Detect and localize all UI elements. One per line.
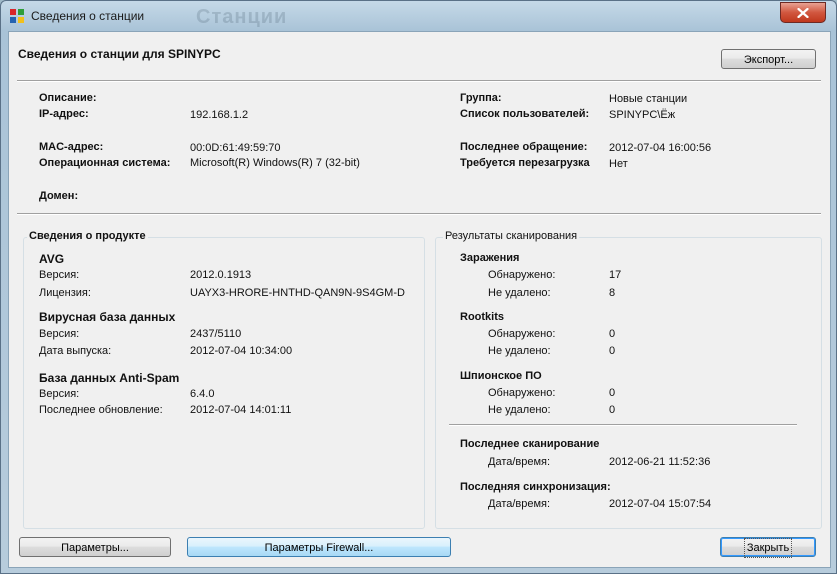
window: Сведения о станции Станции Сведения о ст… [0,0,837,574]
avg-version-value: 2012.0.1913 [190,269,252,281]
divider [17,80,821,82]
os-value: Microsoft(R) Windows(R) 7 (32-bit) [190,157,360,169]
reboot-label: Требуется перезагрузка [460,157,590,169]
antispam-update-label: Последнее обновление: [39,404,163,416]
close-button-label: Закрыть [743,538,793,558]
mac-label: MAC-адрес: [39,141,104,153]
rootkits-found-label: Обнаружено: [488,328,556,340]
virus-db-version-label: Версия: [39,328,80,340]
last-sync-title: Последняя синхронизация: [460,481,611,493]
last-scan-value: 2012-06-21 11:52:36 [609,456,711,468]
spyware-notremoved-label: Не удалено: [488,404,551,416]
users-value: SPINYPC\Ёж [609,109,676,121]
export-button[interactable]: Экспорт... [721,49,816,69]
avg-title: AVG [39,252,65,266]
mac-value: 00:0D:61:49:59:70 [190,142,281,154]
spyware-found-label: Обнаружено: [488,387,556,399]
dialog-body: Сведения о станции для SPINYPC Экспорт..… [8,31,831,568]
ip-label: IP-адрес: [39,108,89,120]
antispam-title: База данных Anti-Spam [39,371,180,385]
virus-db-date-label: Дата выпуска: [39,345,112,357]
avg-logo-icon [10,9,24,23]
window-title: Сведения о станции [31,9,145,23]
users-label: Список пользователей: [460,108,590,120]
last-sync-label: Дата/время: [488,498,551,510]
antispam-update-value: 2012-07-04 14:01:11 [190,404,292,416]
virus-db-date-value: 2012-07-04 10:34:00 [190,345,293,357]
scan-legend: Результаты сканирования [443,230,580,242]
virus-db-title: Вирусная база данных [39,310,176,324]
avg-license-label: Лицензия: [39,287,91,299]
reboot-value: Нет [609,158,628,170]
window-close-button[interactable] [780,2,826,23]
infections-title: Заражения [460,252,520,264]
antispam-version-value: 6.4.0 [190,388,215,400]
parameters-button[interactable]: Параметры... [19,537,171,557]
firewall-parameters-button[interactable]: Параметры Firewall... [187,537,451,557]
last-scan-title: Последнее сканирование [460,438,600,450]
description-label: Описание: [39,92,97,104]
ip-value: 192.168.1.2 [190,109,249,121]
spyware-notremoved-value: 0 [609,404,616,416]
divider [449,424,797,426]
group-value: Новые станции [609,93,688,105]
spyware-title: Шпионское ПО [460,370,542,382]
close-button[interactable]: Закрыть [720,537,816,558]
avg-version-label: Версия: [39,269,80,281]
last-contact-value: 2012-07-04 16:00:56 [609,142,712,154]
page-title: Сведения о станции для SPINYPC [18,47,221,61]
last-sync-value: 2012-07-04 15:07:54 [609,498,712,510]
infections-notremoved-label: Не удалено: [488,287,551,299]
close-icon [797,7,809,18]
virus-db-version-value: 2437/5110 [190,328,242,340]
infections-notremoved-value: 8 [609,287,616,299]
divider [17,213,821,215]
antispam-version-label: Версия: [39,388,80,400]
spyware-found-value: 0 [609,387,616,399]
product-legend: Сведения о продукте [27,230,148,242]
rootkits-title: Rootkits [460,311,504,323]
rootkits-found-value: 0 [609,328,616,340]
os-label: Операционная система: [39,157,171,169]
background-ghost-text: Станции [196,6,288,28]
firewall-parameters-button-label: Параметры Firewall... [264,542,374,554]
group-label: Группа: [460,92,502,104]
parameters-button-label: Параметры... [61,542,129,554]
rootkits-notremoved-value: 0 [609,345,616,357]
rootkits-notremoved-label: Не удалено: [488,345,551,357]
domain-label: Домен: [39,190,79,202]
infections-found-label: Обнаружено: [488,269,556,281]
avg-license-value: UAYX3-HRORE-HNTHD-QAN9N-9S4GM-D [190,287,405,299]
export-button-label: Экспорт... [743,54,794,66]
infections-found-value: 17 [609,269,622,281]
last-contact-label: Последнее обращение: [460,141,588,153]
last-scan-label: Дата/время: [488,456,551,468]
title-bar[interactable]: Сведения о станции Станции [1,1,836,31]
